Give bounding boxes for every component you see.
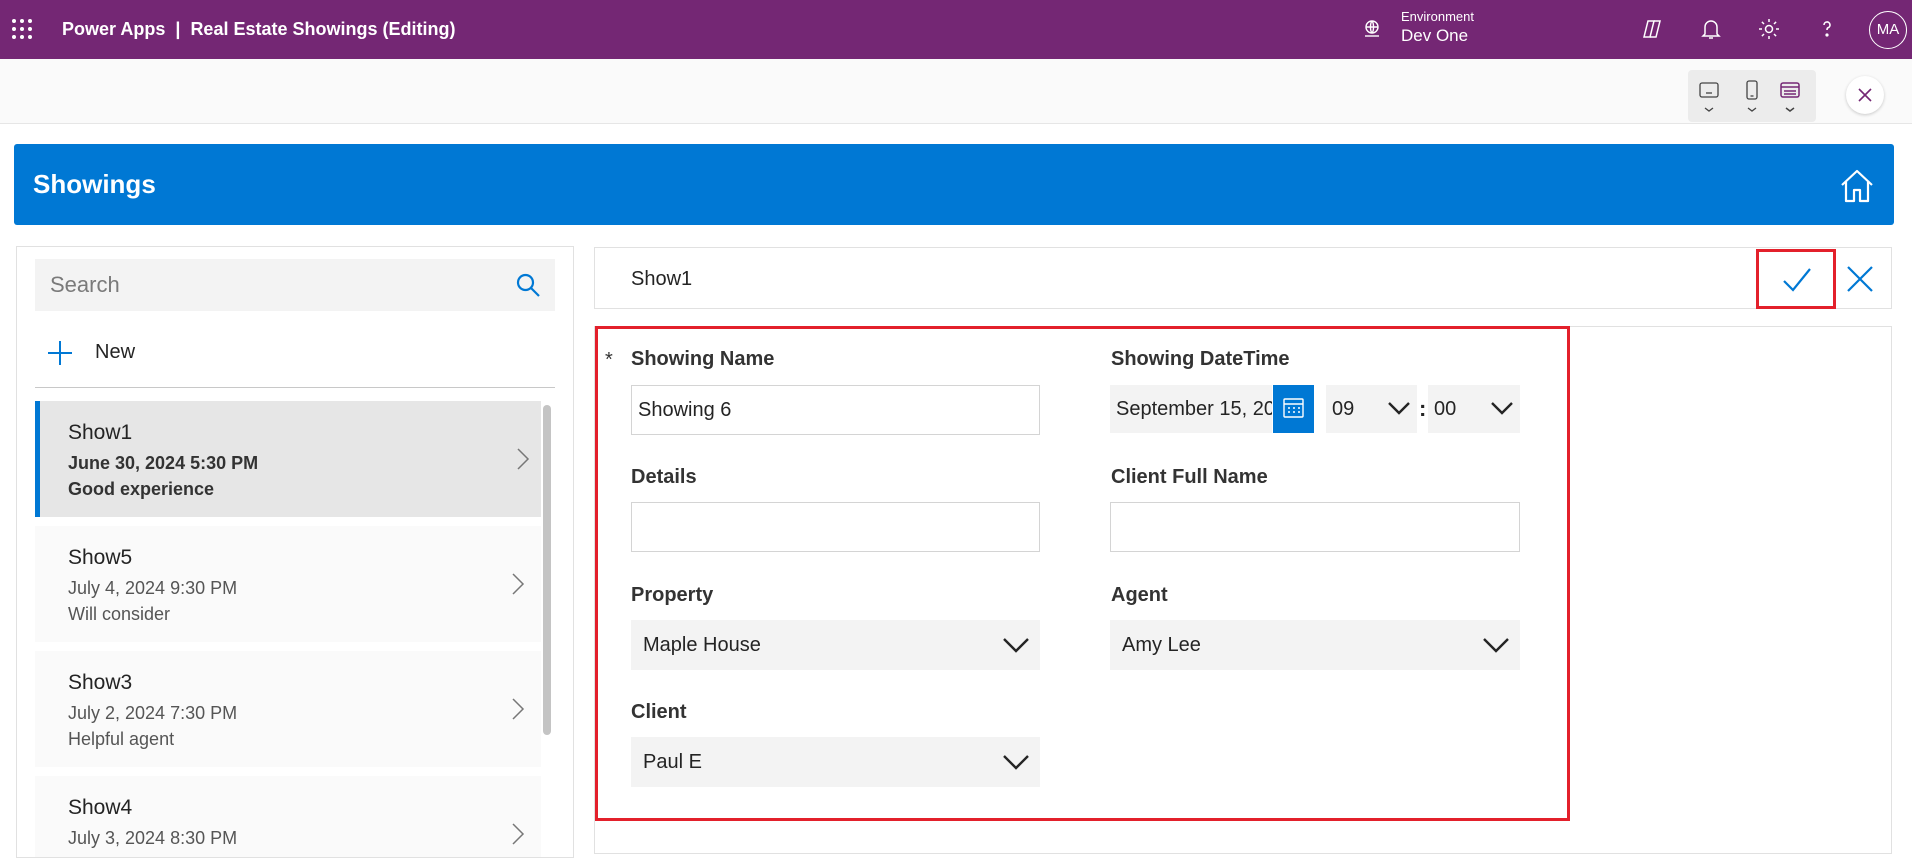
gallery-item-show3[interactable]: Show3 July 2, 2024 7:30 PM Helpful agent: [35, 651, 541, 767]
studio-toolbar: [0, 59, 1912, 124]
close-icon[interactable]: [1846, 76, 1884, 114]
top-bar: Power Apps | Real Estate Showings (Editi…: [0, 0, 1912, 59]
search-input[interactable]: [35, 259, 505, 311]
new-button[interactable]: New: [47, 333, 167, 371]
screen-title: Showings: [33, 169, 156, 199]
chevron-down-icon: [1388, 402, 1410, 415]
item-title: Show3: [68, 671, 133, 694]
app-title: Power Apps | Real Estate Showings (Editi…: [62, 19, 456, 39]
divider: [35, 387, 555, 388]
item-notes: Will consider: [68, 604, 171, 624]
agent-label: Agent: [1111, 584, 1168, 606]
item-date: July 3, 2024 8:30 PM: [68, 828, 238, 848]
chevron-right-icon[interactable]: [511, 822, 525, 846]
gallery-item-show5[interactable]: Show5 July 4, 2024 9:30 PM Will consider: [35, 526, 541, 642]
plus-icon: [48, 341, 72, 365]
chevron-right-icon[interactable]: [516, 447, 530, 471]
hour-dropdown[interactable]: 09: [1326, 385, 1417, 433]
chevron-right-icon[interactable]: [511, 572, 525, 596]
minute-dropdown[interactable]: 00: [1428, 385, 1520, 433]
settings-icon[interactable]: [1757, 17, 1781, 41]
waffle-icon[interactable]: [12, 19, 32, 39]
gallery-item-show1[interactable]: Show1 June 30, 2024 5:30 PM Good experie…: [35, 401, 541, 517]
item-date: June 30, 2024 5:30 PM: [68, 453, 259, 473]
details-label: Details: [631, 466, 697, 488]
copilot-icon[interactable]: [1640, 17, 1664, 41]
client-value: Paul E: [643, 751, 702, 773]
form-header: Show1: [594, 247, 1892, 309]
chevron-down-icon: [1003, 755, 1029, 770]
client-dropdown[interactable]: Paul E: [631, 737, 1040, 787]
submit-button[interactable]: [1756, 249, 1836, 309]
chevron-down-icon: [1003, 638, 1029, 653]
showing-name-label: Showing Name: [631, 348, 775, 370]
agent-dropdown[interactable]: Amy Lee: [1110, 620, 1520, 670]
item-title: Show5: [68, 546, 133, 569]
web-icon[interactable]: [1773, 76, 1807, 118]
client-full-name-input[interactable]: [1110, 502, 1520, 552]
checkmark-icon: [1783, 268, 1811, 292]
chevron-right-icon[interactable]: [511, 697, 525, 721]
date-picker-input[interactable]: September 15, 2024: [1110, 385, 1272, 433]
property-label: Property: [631, 584, 714, 606]
phone-icon[interactable]: [1735, 76, 1769, 118]
screen-header: Showings: [14, 144, 1894, 225]
tablet-icon[interactable]: [1692, 76, 1726, 118]
time-separator: :: [1419, 396, 1427, 421]
cancel-icon[interactable]: [1843, 262, 1877, 296]
client-label: Client: [631, 701, 687, 723]
help-icon[interactable]: [1815, 17, 1839, 41]
item-date: July 4, 2024 9:30 PM: [68, 578, 238, 598]
client-full-name-label: Client Full Name: [1111, 466, 1268, 488]
showing-name-input[interactable]: Showing 6: [631, 385, 1040, 435]
item-notes: Good experience: [68, 479, 215, 499]
avatar[interactable]: MA: [1869, 11, 1907, 49]
environment-label: Environment: [1401, 9, 1474, 24]
item-date: July 2, 2024 7:30 PM: [68, 703, 238, 723]
search-box: [35, 259, 555, 311]
new-button-label: New: [95, 341, 136, 363]
form-title: Show1: [631, 268, 693, 290]
agent-value: Amy Lee: [1122, 634, 1201, 656]
home-icon[interactable]: [1837, 166, 1877, 206]
item-title: Show1: [68, 421, 133, 444]
environment-icon[interactable]: [1362, 19, 1382, 39]
details-input[interactable]: [631, 502, 1040, 552]
property-dropdown[interactable]: Maple House: [631, 620, 1040, 670]
hour-value: 09: [1332, 398, 1355, 420]
device-switcher: [1688, 70, 1816, 122]
gallery-item-show4[interactable]: Show4 July 3, 2024 8:30 PM: [35, 776, 541, 857]
item-title: Show4: [68, 796, 133, 819]
required-marker: *: [605, 349, 613, 371]
gallery-panel: New Show1 June 30, 2024 5:30 PM Good exp…: [16, 246, 574, 858]
calendar-icon: [1283, 398, 1304, 418]
item-notes: Helpful agent: [68, 729, 175, 749]
showing-datetime-label: Showing DateTime: [1111, 348, 1290, 370]
calendar-button[interactable]: [1273, 385, 1314, 433]
property-value: Maple House: [643, 634, 761, 656]
scrollbar[interactable]: [543, 405, 551, 735]
environment-name[interactable]: Dev One: [1401, 26, 1468, 46]
minute-value: 00: [1434, 398, 1457, 420]
chevron-down-icon: [1491, 402, 1513, 415]
search-icon[interactable]: [515, 272, 541, 298]
notifications-icon[interactable]: [1699, 17, 1723, 41]
chevron-down-icon: [1483, 638, 1509, 653]
